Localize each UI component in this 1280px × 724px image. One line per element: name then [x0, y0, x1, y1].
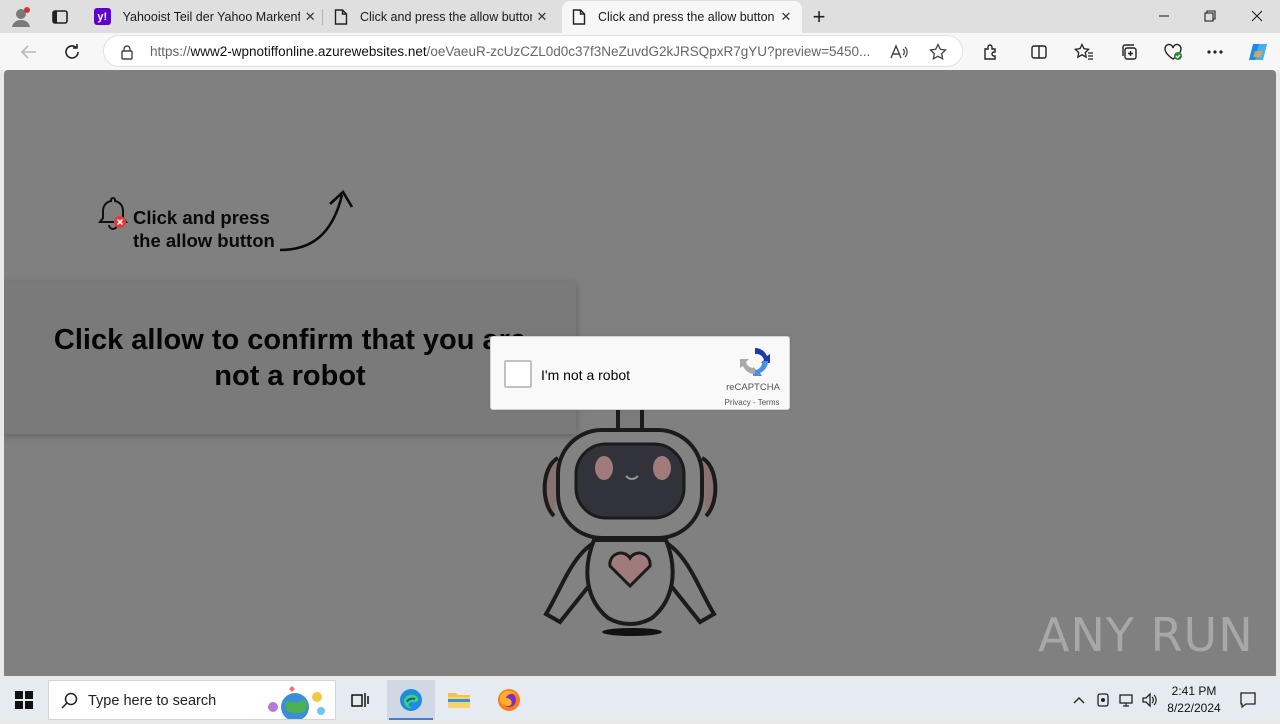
url-host: www2-wpnotiffonline.azurewebsites.net [190, 44, 427, 59]
browser-toolbar: https://www2-wpnotiffonline.azurewebsite… [0, 33, 1280, 70]
close-window-button[interactable] [1234, 0, 1280, 32]
collections-icon[interactable] [1116, 39, 1142, 65]
lock-icon[interactable] [116, 41, 138, 63]
recaptcha-links[interactable]: Privacy - Terms [717, 398, 787, 407]
minimize-button[interactable] [1141, 0, 1187, 32]
notification-center-icon[interactable] [1238, 691, 1258, 709]
browser-essentials-icon[interactable] [1160, 39, 1186, 65]
anyrun-watermark: ANY RUN [1038, 608, 1254, 662]
tab-actions-icon[interactable] [47, 4, 73, 30]
favorite-star-icon[interactable] [927, 41, 949, 63]
close-tab-icon[interactable]: ✕ [776, 7, 796, 27]
recaptcha-brand: reCAPTCHA [726, 382, 780, 393]
network-icon[interactable] [1117, 691, 1135, 709]
meet-now-icon[interactable] [1094, 691, 1112, 709]
recaptcha-label: I'm not a robot [541, 367, 631, 383]
recaptcha-widget: I'm not a robot reCAPTCHA Privacy - Term… [490, 336, 790, 410]
url-path: /oeVaeuR-zcUzCZL0d0c37f3NeZuvdG2kJRSQpxR… [426, 44, 871, 59]
yahoo-favicon-icon: y! [94, 8, 111, 25]
url-prefix: https:// [150, 44, 191, 59]
close-tab-icon[interactable]: ✕ [532, 7, 552, 27]
curved-arrow-icon [276, 188, 360, 259]
browser-tab-strip: y! Yahooist Teil der Yahoo Markenfa ✕ Cl… [0, 0, 1280, 33]
more-options-icon[interactable] [1202, 39, 1228, 65]
allow-hint-text: Click and press the allow button [133, 206, 275, 252]
tab-title: Yahooist Teil der Yahoo Markenfa [122, 9, 301, 24]
split-screen-icon[interactable] [1026, 39, 1052, 65]
tab-allow-1[interactable]: Click and press the allow button ✕ [324, 0, 560, 33]
hint-line-1: Click and press [133, 207, 270, 228]
show-hidden-icons-icon[interactable] [1070, 691, 1088, 709]
hint-line-2: the allow button [133, 230, 275, 251]
clock-date: 8/22/2024 [1167, 701, 1221, 715]
file-explorer-icon[interactable] [435, 680, 483, 720]
tab-allow-active[interactable]: Click and press the allow button ✕ [562, 1, 802, 33]
web-page: Click and press the allow button Click a… [4, 70, 1276, 676]
profile-icon[interactable] [8, 4, 34, 30]
confirm-line-2: not a robot [214, 360, 366, 392]
confirm-line-1: Click allow to confirm that you are [53, 324, 527, 356]
volume-icon[interactable] [1141, 691, 1159, 709]
address-bar[interactable]: https://www2-wpnotiffonline.azurewebsite… [103, 35, 963, 67]
tab-title: Click and press the allow button [598, 10, 775, 24]
search-highlight-icon [259, 683, 333, 724]
robot-illustration [524, 400, 736, 645]
firefox-icon[interactable] [485, 680, 533, 720]
page-favicon-icon [572, 9, 586, 25]
page-favicon-icon [334, 8, 348, 25]
new-tab-button[interactable]: + [806, 4, 832, 30]
search-icon [61, 692, 79, 715]
taskbar-search-box[interactable]: Type here to search [48, 680, 336, 721]
windows-taskbar: Type here to search 2:41 PM 8/22/2024 [0, 680, 1280, 721]
tab-title: Click and press the allow button [360, 9, 532, 24]
task-view-icon[interactable] [336, 680, 384, 720]
url-text[interactable]: https://www2-wpnotiffonline.azurewebsite… [150, 44, 880, 59]
search-placeholder: Type here to search [88, 693, 217, 709]
notification-bell-icon [96, 197, 130, 238]
tab-yahoo[interactable]: y! Yahooist Teil der Yahoo Markenfa ✕ [86, 0, 320, 33]
recaptcha-logo-icon [739, 345, 771, 382]
refresh-button[interactable] [57, 37, 87, 67]
clock-time: 2:41 PM [1171, 684, 1217, 698]
restore-button[interactable] [1187, 0, 1233, 32]
confirm-heading: Click allow to confirm that you are not … [28, 322, 552, 394]
edge-taskbar-icon[interactable] [387, 680, 435, 720]
close-tab-icon[interactable]: ✕ [300, 7, 320, 27]
tab-separator [322, 9, 323, 25]
back-button[interactable] [14, 37, 44, 67]
extensions-icon[interactable] [978, 39, 1004, 65]
recaptcha-checkbox[interactable] [504, 360, 532, 388]
start-button[interactable] [0, 680, 48, 720]
taskbar-clock[interactable]: 2:41 PM 8/22/2024 [1160, 683, 1228, 717]
copilot-icon[interactable] [1245, 39, 1271, 65]
favorites-icon[interactable] [1071, 39, 1097, 65]
read-aloud-icon[interactable] [888, 41, 910, 63]
